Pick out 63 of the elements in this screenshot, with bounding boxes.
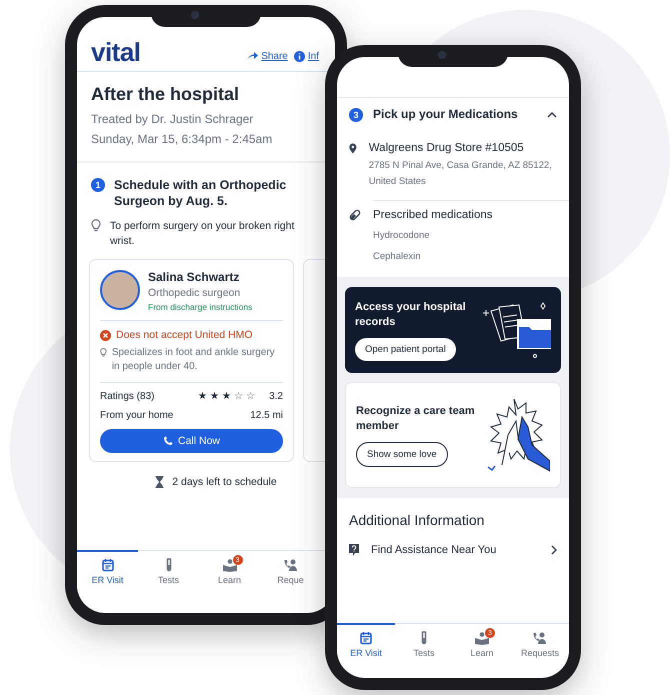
medication-name: Cephalexin [373,250,422,264]
portal-button[interactable]: Open patient portal [355,338,456,360]
pharmacy-name: Walgreens Drug Store #10505 [368,142,525,154]
section-title: Additional Information [348,511,486,530]
lightbulb-icon [100,346,107,359]
list-item[interactable]: Find Assistance Near You [337,536,569,566]
step-title: Pick up your Medications [373,106,519,122]
info-icon [294,51,305,62]
tab[interactable]: ER Visit [77,550,138,593]
chevron-up-icon[interactable] [547,110,557,118]
empty-star-icon: ☆ [234,392,244,402]
tab[interactable]: Tests [395,623,453,666]
phone-person-icon [282,558,298,572]
lightbulb-icon [91,219,101,232]
insurance-warning: Does not accept United HMO [116,329,253,341]
header-link[interactable]: Inf [294,51,319,62]
calendar-icon [100,558,114,572]
error-icon [100,330,111,340]
distance-label: From your home [100,410,174,421]
rating-value: 3.2 [269,391,283,402]
specialization-text: Specializes in foot and ankle surgery in people under 40. [112,346,276,374]
tab[interactable]: Reque [260,550,321,593]
card-title: Recognize a care team member [356,404,476,434]
card-title: Access your hospital records [355,300,467,330]
phone-person-icon [532,631,548,645]
ratings-label: Ratings (83) [100,391,154,402]
hourglass-icon [155,476,164,488]
tip-text: To perform surgery on your broken right wrist. [110,219,296,249]
treated-by-text: Treated by Dr. Justin Schrager [91,111,254,128]
tab[interactable]: Tests [138,550,199,593]
header-link[interactable]: Share [247,51,288,62]
question-icon [349,544,359,556]
step-number: 1 [91,178,105,192]
reader-icon [474,631,490,645]
calendar-icon [359,631,373,645]
filled-star-icon: ★ [222,392,232,402]
tab[interactable]: Requests [511,623,569,666]
distance-value: 12.5 mi [250,410,283,421]
pharmacy-address: 2785 N Pinal Ave, Casa Grande, AZ 85122, United States [368,159,553,189]
medication-name: Hydrocodone [373,229,431,243]
tab[interactable]: ER Visit [337,623,395,666]
call-button[interactable]: Call Now [100,429,283,453]
source-text: From discharge instructions [148,302,252,312]
step-number: 3 [349,108,363,122]
filled-star-icon: ★ [198,392,208,402]
phone-icon [162,436,173,446]
love-button[interactable]: Show some love [356,442,448,466]
medications-title: Prescribed medications [373,209,493,221]
avatar-placeholder [100,270,140,310]
step-title: Schedule with an Orthopedic Surgeon by Aug. 5. [114,177,288,209]
share-arrow-icon [247,52,258,61]
visit-time-text: Sunday, Mar 15, 6:34pm - 2:45am [91,131,274,148]
pill-icon [349,209,361,221]
filled-star-icon: ★ [210,392,220,402]
deadline-text: 2 days left to schedule [172,476,277,488]
chevron-right-icon [551,545,557,555]
page-title: After the hospital [91,84,240,105]
logo: vital [91,39,141,65]
location-pin-icon [349,142,357,155]
empty-star-icon: ☆ [246,392,256,402]
doctor-name: Salina Schwartz [148,270,240,284]
doctor-specialty: Orthopedic surgeon [148,287,242,299]
reader-icon [222,558,238,572]
